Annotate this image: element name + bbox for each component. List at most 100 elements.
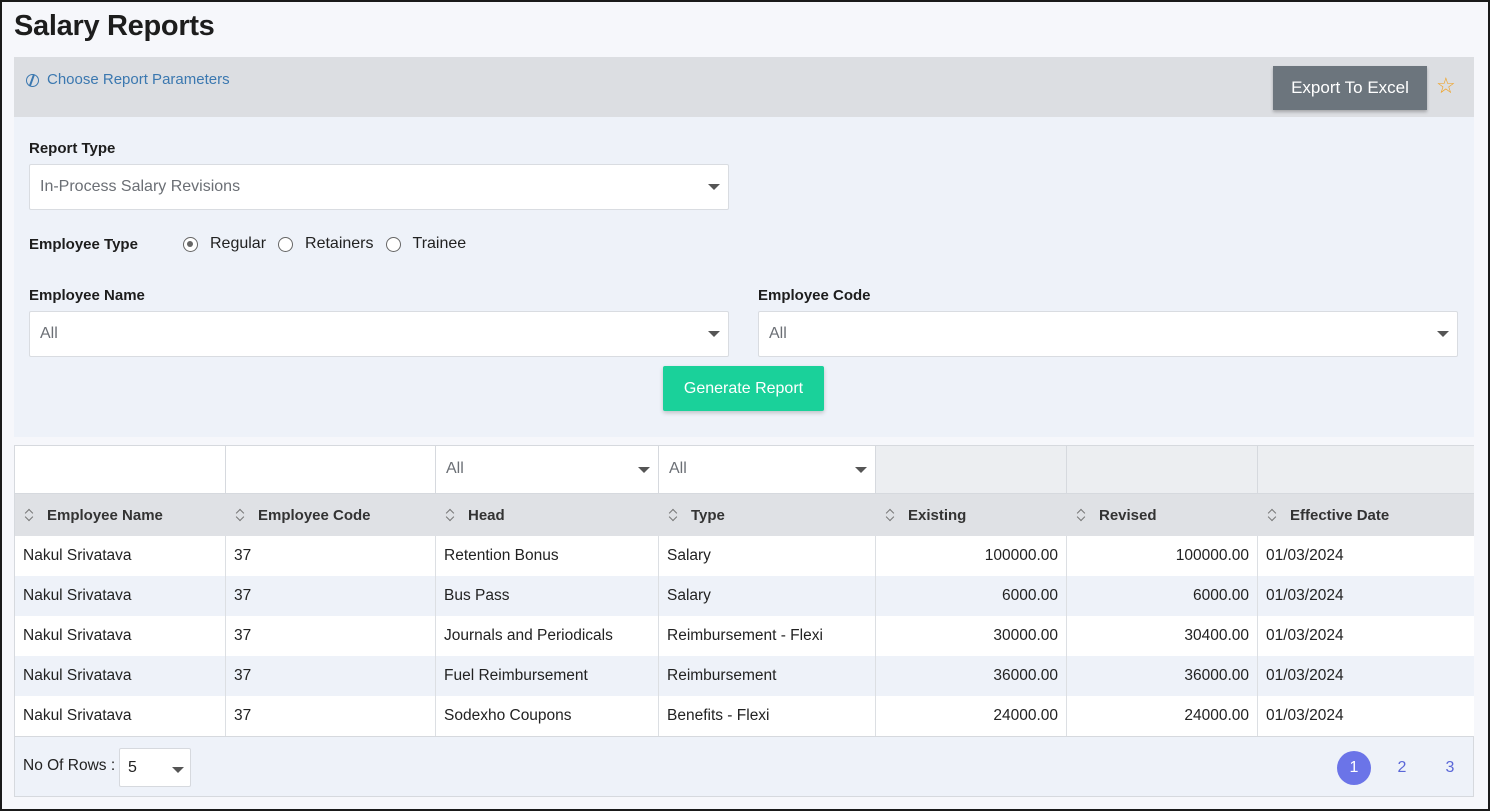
table-row[interactable]: Nakul Srivatava 37 Retention Bonus Salar… xyxy=(15,536,1474,576)
cell-effective-date: 01/03/2024 xyxy=(1266,587,1344,604)
sort-icon xyxy=(446,508,456,522)
col-head[interactable]: Head xyxy=(436,494,659,536)
col-existing[interactable]: Existing xyxy=(876,494,1067,536)
page-1-button[interactable]: 1 xyxy=(1337,751,1371,785)
employee-name-select[interactable]: All xyxy=(29,311,729,357)
table-row[interactable]: Nakul Srivatava 37 Bus Pass Salary 6000.… xyxy=(15,576,1474,616)
chevron-down-icon xyxy=(855,467,867,473)
choose-parameters-link[interactable]: Choose Report Parameters xyxy=(26,71,230,88)
chevron-down-icon xyxy=(638,467,650,473)
sort-icon xyxy=(669,508,679,522)
rows-per-page-select[interactable]: 5 xyxy=(119,748,191,787)
cell-existing: 24000.00 xyxy=(876,696,1067,736)
chevron-down-icon xyxy=(708,331,720,337)
filter-revised xyxy=(1067,446,1258,494)
employee-name-label: Employee Name xyxy=(29,287,145,304)
cell-type: Salary xyxy=(659,536,876,576)
cell-head: Journals and Periodicals xyxy=(436,616,659,656)
radio-retainers[interactable] xyxy=(278,236,294,252)
col-employee-code[interactable]: Employee Code xyxy=(226,494,436,536)
rows-per-page-label: No Of Rows : xyxy=(23,757,116,774)
report-table: All All Employee Name Employee Code Head… xyxy=(14,445,1474,797)
table-row[interactable]: Nakul Srivatava 37 Fuel Reimbursement Re… xyxy=(15,656,1474,696)
cell-type: Reimbursement xyxy=(659,656,876,696)
chevron-down-icon xyxy=(708,184,720,190)
sort-icon xyxy=(236,508,246,522)
sort-icon xyxy=(1077,508,1087,522)
sort-icon xyxy=(1268,508,1278,522)
page-3-button[interactable]: 3 xyxy=(1433,751,1467,785)
filter-type-value: All xyxy=(669,460,687,477)
choose-parameters-label: Choose Report Parameters xyxy=(47,71,230,88)
employee-code-value: All xyxy=(769,325,787,342)
cell-head: Retention Bonus xyxy=(436,536,659,576)
filter-employee-name xyxy=(15,446,226,494)
radio-trainee[interactable] xyxy=(385,236,401,252)
chevron-down-icon xyxy=(172,767,184,773)
cell-type: Reimbursement - Flexi xyxy=(659,616,876,656)
radio-regular-label: Regular xyxy=(210,235,267,252)
page-2-button[interactable]: 2 xyxy=(1385,751,1419,785)
pagination: 1 2 3 xyxy=(1337,751,1467,785)
cell-effective-date: 01/03/2024 xyxy=(1266,547,1344,564)
filter-head[interactable]: All xyxy=(436,446,659,494)
cell-employee-name: Nakul Srivatava xyxy=(15,616,226,656)
cell-head: Sodexho Coupons xyxy=(436,696,659,736)
employee-code-label: Employee Code xyxy=(758,287,871,304)
cell-existing: 30000.00 xyxy=(876,616,1067,656)
chevron-down-icon xyxy=(1437,331,1449,337)
cell-revised: 36000.00 xyxy=(1067,656,1258,696)
report-type-select[interactable]: In-Process Salary Revisions xyxy=(29,164,729,210)
radio-retainers-label: Retainers xyxy=(305,235,374,252)
report-type-label: Report Type xyxy=(29,140,116,157)
export-to-excel-button[interactable]: Export To Excel xyxy=(1273,66,1427,110)
parameters-form: Report Type In-Process Salary Revisions … xyxy=(14,117,1474,437)
cell-effective-date: 01/03/2024 xyxy=(1266,667,1344,684)
cell-head: Bus Pass xyxy=(436,576,659,616)
star-icon[interactable]: ☆ xyxy=(1436,73,1456,99)
report-type-value: In-Process Salary Revisions xyxy=(40,178,241,195)
table-row[interactable]: Nakul Srivatava 37 Journals and Periodic… xyxy=(15,616,1474,656)
pie-chart-icon xyxy=(26,74,39,87)
filter-row: All All xyxy=(15,446,1474,494)
col-effective-date[interactable]: Effective Date xyxy=(1258,494,1474,536)
cell-employee-name: Nakul Srivatava xyxy=(15,656,226,696)
cell-revised: 100000.00 xyxy=(1067,536,1258,576)
radio-regular[interactable] xyxy=(183,236,198,252)
cell-employee-code: 37 xyxy=(226,536,436,576)
cell-existing: 36000.00 xyxy=(876,656,1067,696)
app-frame: Salary Reports Choose Report Parameters … xyxy=(0,0,1490,811)
col-revised[interactable]: Revised xyxy=(1067,494,1258,536)
filter-head-value: All xyxy=(446,460,464,477)
employee-code-select[interactable]: All xyxy=(758,311,1458,357)
cell-employee-code: 37 xyxy=(226,576,436,616)
cell-existing: 100000.00 xyxy=(876,536,1067,576)
radio-trainee-label: Trainee xyxy=(412,235,467,252)
generate-report-button[interactable]: Generate Report xyxy=(663,366,824,411)
filter-type[interactable]: All xyxy=(659,446,876,494)
sort-icon xyxy=(25,508,35,522)
cell-employee-code: 37 xyxy=(226,616,436,656)
col-employee-name[interactable]: Employee Name xyxy=(15,494,226,536)
filter-effective-date xyxy=(1258,446,1474,494)
cell-head: Fuel Reimbursement xyxy=(436,656,659,696)
filter-existing xyxy=(876,446,1067,494)
cell-employee-name: Nakul Srivatava xyxy=(15,576,226,616)
cell-type: Benefits - Flexi xyxy=(659,696,876,736)
cell-revised: 24000.00 xyxy=(1067,696,1258,736)
filter-employee-code xyxy=(226,446,436,494)
cell-effective-date: 01/03/2024 xyxy=(1266,707,1344,724)
table-header: Employee Name Employee Code Head Type Ex… xyxy=(15,494,1474,536)
cell-existing: 6000.00 xyxy=(876,576,1067,616)
cell-revised: 6000.00 xyxy=(1067,576,1258,616)
employee-name-value: All xyxy=(40,325,58,342)
cell-effective-date: 01/03/2024 xyxy=(1266,627,1344,644)
cell-employee-code: 37 xyxy=(226,696,436,736)
cell-revised: 30400.00 xyxy=(1067,616,1258,656)
col-type[interactable]: Type xyxy=(659,494,876,536)
cell-employee-code: 37 xyxy=(226,656,436,696)
sort-icon xyxy=(886,508,896,522)
table-row[interactable]: Nakul Srivatava 37 Sodexho Coupons Benef… xyxy=(15,696,1474,736)
employee-type-radio-group: Regular Retainers Trainee xyxy=(183,235,478,253)
employee-type-label: Employee Type xyxy=(29,236,138,253)
